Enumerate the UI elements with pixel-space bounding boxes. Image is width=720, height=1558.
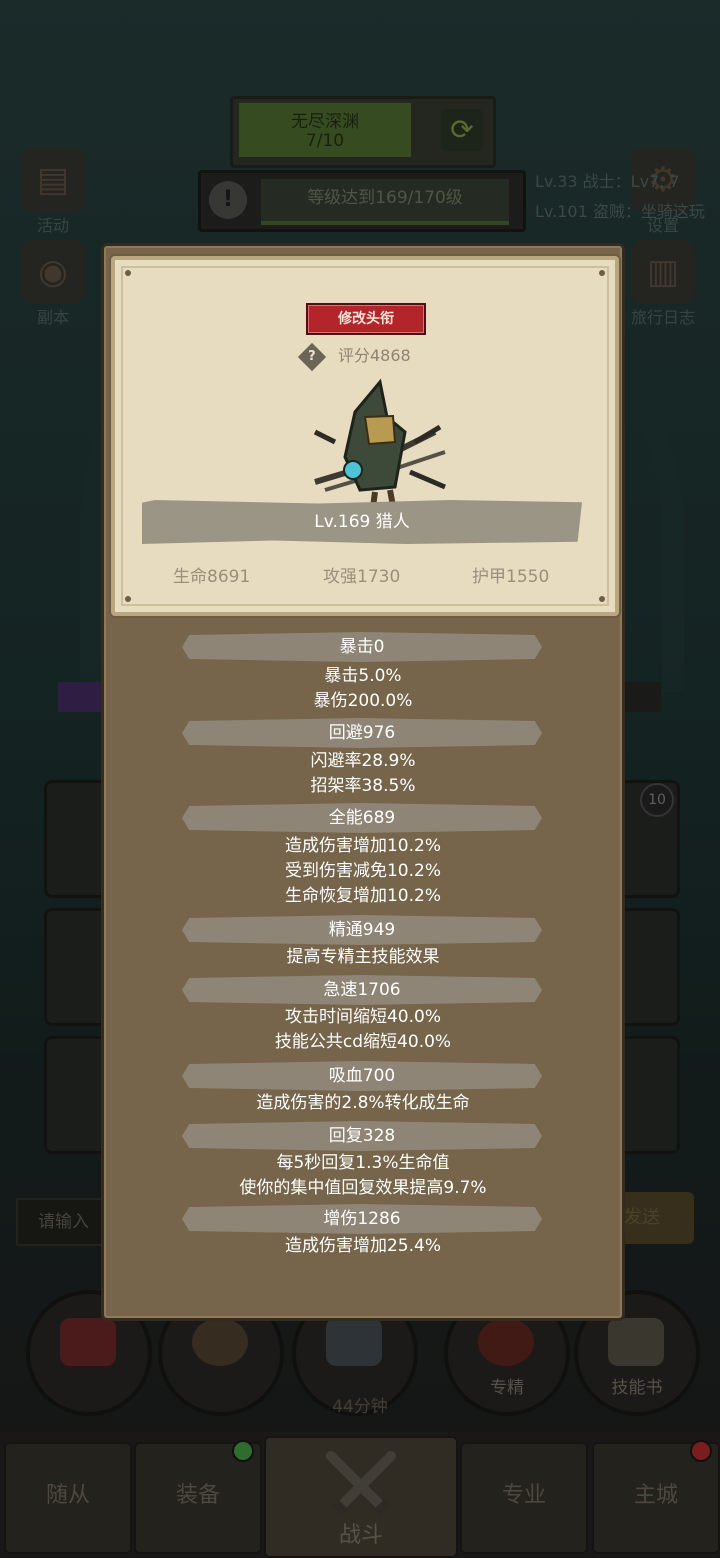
attr-line: 暴伤200.0% [313, 691, 413, 711]
hunter-character-sprite [313, 378, 446, 508]
attr-line: 生命恢复增加10.2% [284, 886, 441, 906]
attr-line: 提高专精主技能效果 [286, 947, 440, 967]
attack-stat: 攻强1730 [323, 567, 401, 587]
attr-header-avoidance: 回避976 [182, 718, 542, 748]
edit-title-button[interactable]: 修改头衔 [306, 303, 426, 335]
attr-line: 技能公共cd缩短40.0% [274, 1032, 452, 1052]
card-rivet [125, 596, 131, 602]
score-row: ? 评分4868 [297, 342, 411, 371]
attr-header-damage-bonus: 增伤1286 [182, 1204, 542, 1234]
attr-header-crit: 暴击0 [182, 632, 542, 662]
card-rivet [599, 270, 605, 276]
attr-line: 闪避率28.9% [310, 751, 416, 771]
card-rivet [125, 270, 131, 276]
attr-line: 暴击5.0% [324, 666, 402, 686]
attr-line: 使你的集中值回复效果提高9.7% [239, 1178, 487, 1198]
attr-header-regen: 回复328 [182, 1121, 542, 1151]
attr-header-lifesteal: 吸血700 [182, 1061, 542, 1091]
armor-stat: 护甲1550 [472, 567, 550, 587]
attr-line: 每5秒回复1.3%生命值 [276, 1153, 450, 1173]
card-rivet [599, 596, 605, 602]
score-value: 评分4868 [338, 346, 411, 365]
attr-line: 受到伤害减免10.2% [284, 861, 441, 881]
attr-line: 造成伤害增加25.4% [284, 1236, 441, 1256]
attr-header-mastery: 精通949 [182, 915, 542, 945]
character-card: 修改头衔 ? 评分4868 Lv.169 猎人 生命8691 攻强1730 护甲1… [111, 256, 619, 616]
attr-header-versatility: 全能689 [182, 803, 542, 833]
attr-line: 攻击时间缩短40.0% [284, 1007, 441, 1027]
help-icon[interactable]: ? [297, 342, 327, 371]
attr-line: 造成伤害增加10.2% [284, 836, 441, 856]
character-stats-modal: 修改头衔 ? 评分4868 Lv.169 猎人 生命8691 攻强1730 护甲1… [101, 243, 625, 1321]
hp-stat: 生命8691 [173, 567, 251, 587]
attr-header-haste: 急速1706 [182, 975, 542, 1005]
character-name-bar: Lv.169 猎人 [142, 500, 582, 544]
attr-line: 招架率38.5% [310, 776, 416, 796]
attr-line: 造成伤害的2.8%转化成生命 [256, 1093, 470, 1113]
